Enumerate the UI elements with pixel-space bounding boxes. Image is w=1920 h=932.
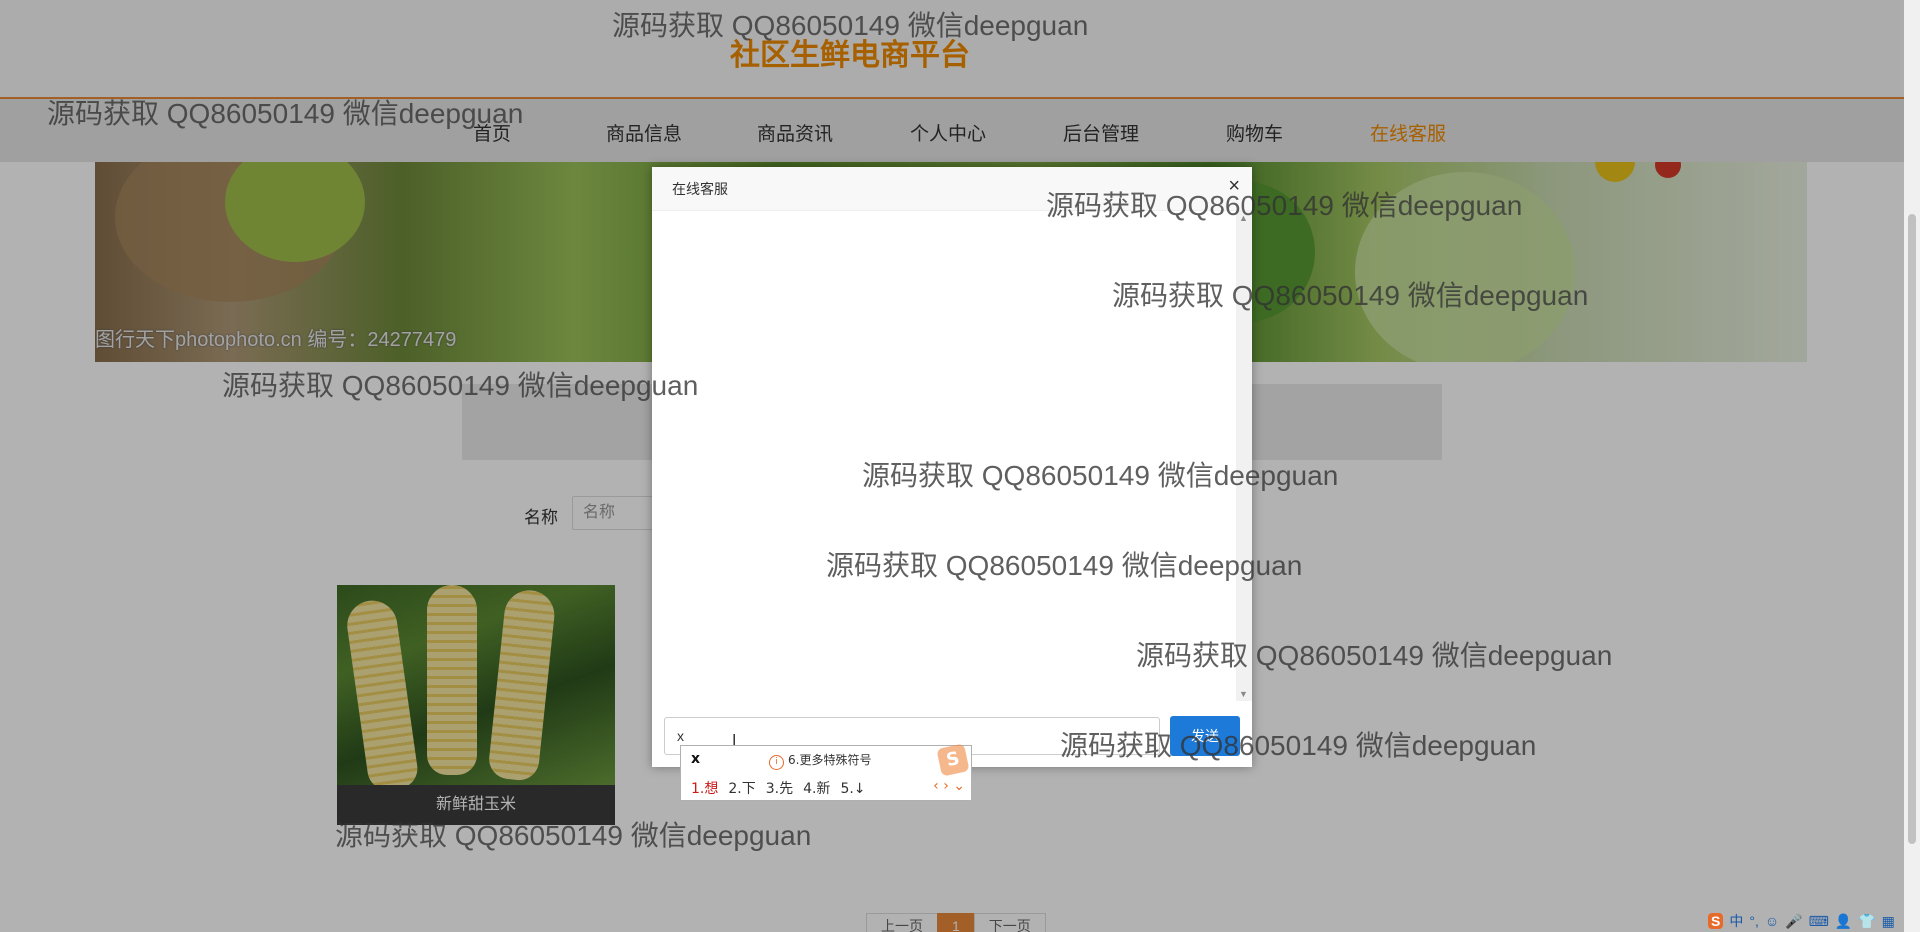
keyboard-icon[interactable]: ⌨: [1809, 913, 1829, 930]
scroll-down-icon[interactable]: ▼: [1239, 689, 1248, 699]
emoji-icon[interactable]: ☺: [1765, 913, 1779, 929]
watermark: 源码获取 QQ86050149 微信deepguan: [1060, 730, 1537, 761]
watermark: 源码获取 QQ86050149 微信deepguan: [612, 10, 1089, 41]
toolbox-icon[interactable]: ▦: [1882, 913, 1895, 930]
watermark: 源码获取 QQ86050149 微信deepguan: [826, 550, 1303, 581]
watermark: 源码获取 QQ86050149 微信deepguan: [862, 460, 1339, 491]
info-icon: i: [769, 755, 784, 770]
user-icon[interactable]: 👤: [1835, 913, 1852, 930]
ime-page-nav-icon[interactable]: ‹ › ⌄: [933, 778, 965, 794]
ime-more-symbols[interactable]: i 6.更多特殊符号: [769, 751, 871, 770]
ime-composition: x: [691, 751, 701, 767]
watermark: 源码获取 QQ86050149 微信deepguan: [222, 370, 699, 401]
watermark: 源码获取 QQ86050149 微信deepguan: [1112, 280, 1589, 311]
watermark: 源码获取 QQ86050149 微信deepguan: [1136, 640, 1613, 671]
punctuation-icon[interactable]: °,: [1749, 913, 1759, 929]
ime-candidates: 1.想 2.下 3.先 4.新 5.↓: [691, 778, 876, 798]
chinese-mode-icon[interactable]: 中: [1729, 911, 1743, 931]
ime-candidate[interactable]: 2.下: [728, 781, 755, 797]
ime-more-symbols-label: 6.更多特殊符号: [788, 753, 872, 767]
ime-candidate[interactable]: 4.新: [803, 781, 830, 797]
page-scrollbar[interactable]: [1904, 0, 1920, 932]
ime-candidate-window: x i 6.更多特殊符号 S 1.想 2.下 3.先 4.新 5.↓ ‹ › ⌄: [680, 743, 972, 801]
ime-candidate[interactable]: 3.先: [766, 781, 793, 797]
microphone-icon[interactable]: 🎤: [1785, 913, 1802, 930]
watermark: 源码获取 QQ86050149 微信deepguan: [1046, 190, 1523, 221]
ime-candidate[interactable]: 1.想: [691, 781, 718, 797]
ime-candidate[interactable]: 5.↓: [840, 781, 865, 797]
sogou-tray-icon[interactable]: S: [1708, 913, 1724, 929]
ime-tray: S 中 °, ☺ 🎤 ⌨ 👤 👕 ▦: [1708, 910, 1901, 932]
skin-icon[interactable]: 👕: [1858, 913, 1875, 930]
sogou-logo-icon: S: [936, 743, 970, 777]
watermark: 源码获取 QQ86050149 微信deepguan: [47, 98, 524, 129]
page-scrollbar-thumb[interactable]: [1908, 214, 1916, 844]
dialog-title: 在线客服: [672, 181, 728, 197]
watermark: 源码获取 QQ86050149 微信deepguan: [335, 820, 812, 851]
